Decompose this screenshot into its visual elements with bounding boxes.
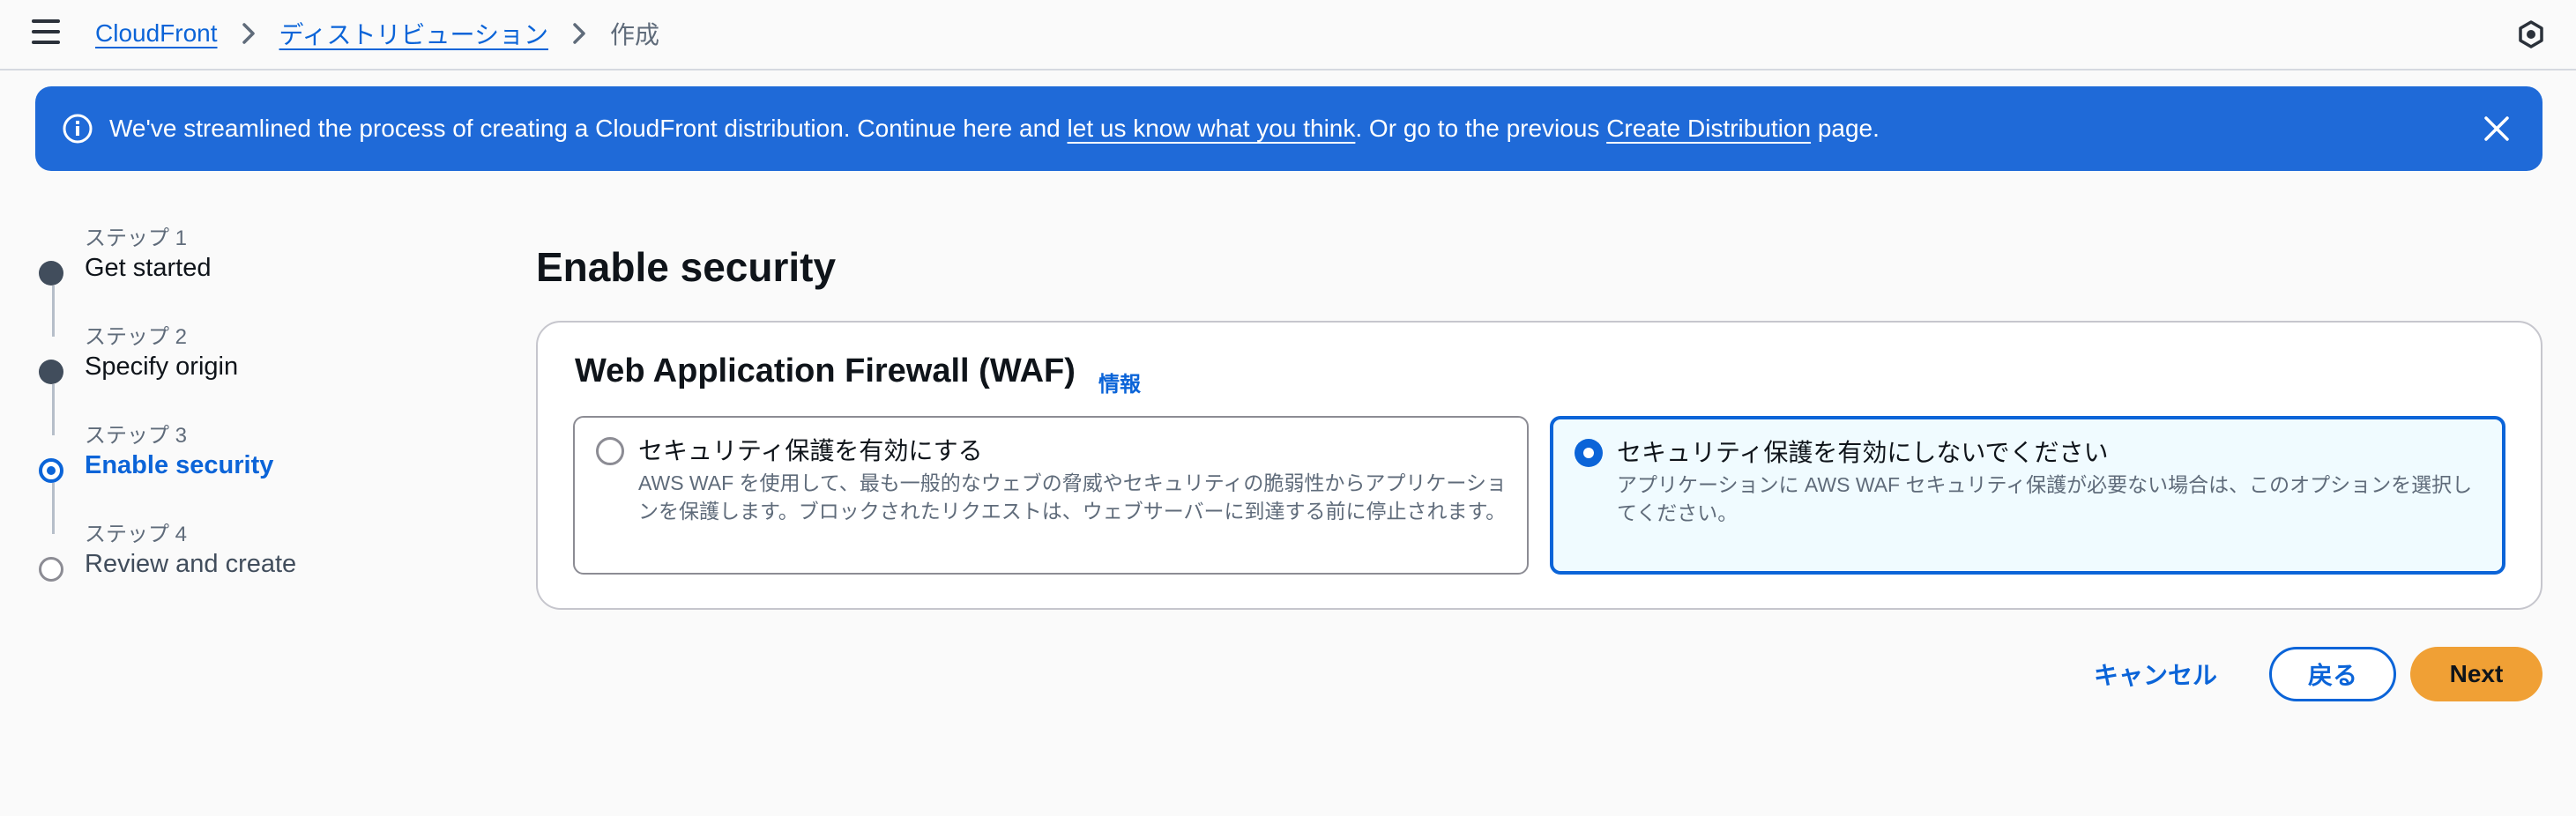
banner-text-part: page. (1811, 115, 1880, 142)
create-distribution-link[interactable]: Create Distribution (1606, 115, 1811, 142)
step-specify-origin[interactable]: ステップ 2 Specify origin (35, 319, 476, 407)
info-icon (62, 113, 93, 145)
menu-icon[interactable] (32, 19, 60, 44)
breadcrumb: CloudFront ディストリビューション 作成 (95, 16, 659, 51)
step-pending-icon (39, 557, 63, 582)
radio-selected-icon[interactable] (1575, 439, 1603, 467)
page-title: Enable security (536, 244, 837, 290)
step-title: Review and create (85, 550, 297, 578)
chevron-right-icon (571, 22, 587, 45)
step-number: ステップ 1 (85, 226, 188, 250)
step-title: Enable security (85, 451, 274, 479)
step-complete-icon (39, 261, 63, 286)
option-description: アプリケーションに AWS WAF セキュリティ保護が必要ない場合は、このオプシ… (1617, 473, 2473, 524)
step-number: ステップ 3 (85, 424, 188, 448)
breadcrumb-cloudfront[interactable]: CloudFront (95, 19, 218, 48)
info-banner: We've streamlined the process of creatin… (35, 86, 2542, 171)
waf-container: Web Application Firewall (WAF) 情報 セキュリティ… (536, 321, 2542, 610)
step-title: Get started (85, 254, 212, 282)
step-review-and-create: ステップ 4 Review and create (35, 516, 476, 605)
step-complete-icon (39, 360, 63, 384)
banner-message: We've streamlined the process of creatin… (109, 115, 1880, 143)
option-label: セキュリティ保護を有効にしないでください (1617, 439, 2109, 466)
top-navigation-bar: CloudFront ディストリビューション 作成 (0, 0, 2576, 70)
next-button[interactable]: Next (2410, 647, 2542, 701)
disable-protection-option[interactable]: セキュリティ保護を有効にしないでください アプリケーションに AWS WAF セ… (1550, 416, 2505, 575)
step-number: ステップ 2 (85, 325, 188, 349)
banner-text-part: . Or go to the previous (1355, 115, 1607, 142)
back-button[interactable]: 戻る (2269, 647, 2396, 701)
radio-unselected-icon[interactable] (596, 437, 624, 465)
step-enable-security: ステップ 3 Enable security (35, 418, 476, 506)
info-link[interactable]: 情報 (1098, 367, 1141, 397)
option-label: セキュリティ保護を有効にする (638, 437, 983, 464)
waf-heading: Web Application Firewall (WAF) (575, 352, 1076, 389)
close-icon[interactable] (2483, 115, 2511, 143)
step-title: Specify origin (85, 352, 239, 381)
feedback-link[interactable]: let us know what you think (1068, 115, 1356, 142)
option-description: AWS WAF を使用して、最も一般的なウェブの脅威やセキュリティの脆弱性からア… (638, 471, 1507, 523)
step-number: ステップ 4 (85, 523, 188, 546)
enable-protection-option[interactable]: セキュリティ保護を有効にする AWS WAF を使用して、最も一般的なウェブの脅… (573, 416, 1529, 575)
cancel-button[interactable]: キャンセル (2072, 647, 2239, 701)
chevron-right-icon (241, 22, 257, 45)
tools-panel-icon[interactable] (2516, 19, 2546, 49)
step-get-started[interactable]: ステップ 1 Get started (35, 220, 476, 308)
banner-text-part: We've streamlined the process of creatin… (109, 115, 1068, 142)
step-active-icon (39, 458, 63, 483)
breadcrumb-distributions[interactable]: ディストリビューション (279, 16, 548, 51)
breadcrumb-current: 作成 (610, 21, 660, 48)
